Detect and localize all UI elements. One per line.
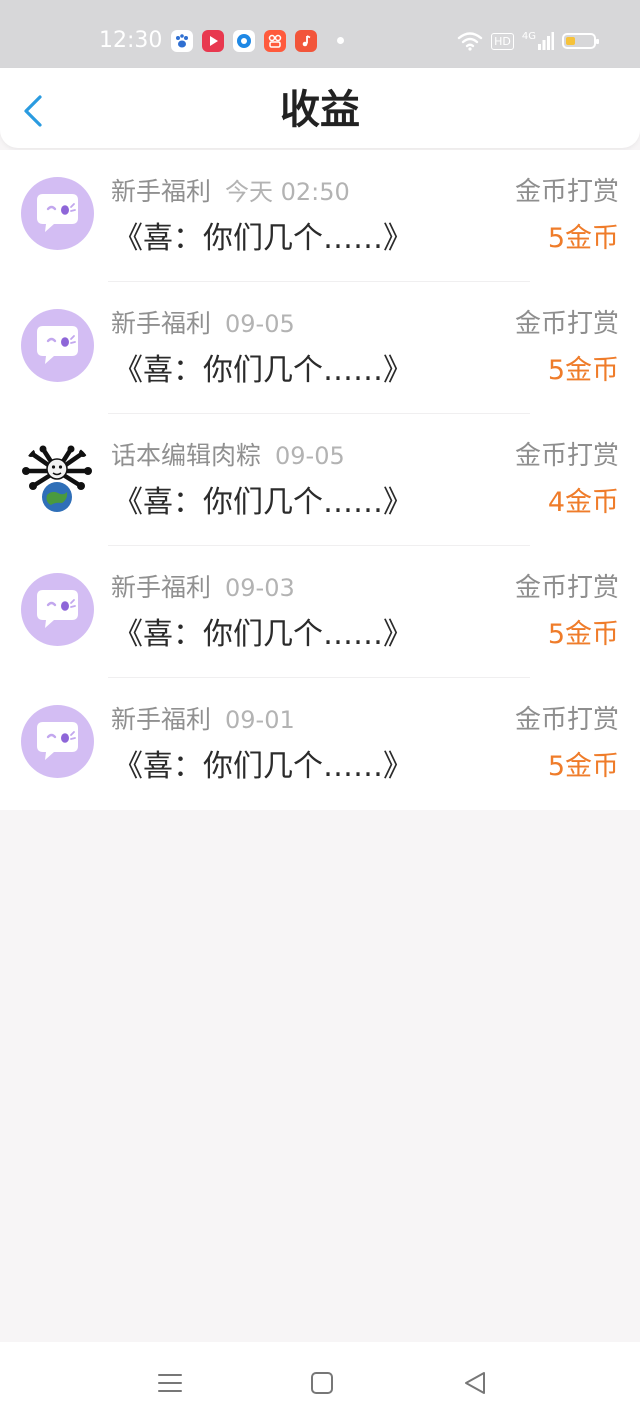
avatar xyxy=(21,573,94,646)
battery-cap xyxy=(596,39,599,44)
chat-bot-icon xyxy=(37,194,78,232)
earning-row[interactable]: 新手福利 今天 02:50 《喜：你们几个……》 金币打赏 5金币 xyxy=(0,150,640,282)
chat-bot-icon xyxy=(37,590,78,628)
sender-name: 新手福利 09-03 xyxy=(111,572,295,604)
browser-app-icon xyxy=(233,30,255,52)
sender-name: 新手福利 09-05 xyxy=(111,308,295,340)
earning-amount: 5金币 xyxy=(547,751,619,782)
status-indicators: HD 4G xyxy=(457,29,599,53)
sender-name: 新手福利 今天 02:50 xyxy=(111,176,350,208)
earning-type: 金币打赏 xyxy=(514,705,619,735)
earning-row[interactable]: 新手福利 09-01 《喜：你们几个……》 金币打赏 5金币 xyxy=(0,678,640,810)
work-title: 《喜：你们几个……》 xyxy=(113,617,413,652)
work-title: 《喜：你们几个……》 xyxy=(113,749,413,784)
signal-icon: 4G xyxy=(522,32,554,50)
earning-row[interactable]: 新手福利 09-03 《喜：你们几个……》 金币打赏 5金币 xyxy=(0,546,640,678)
video-app-icon xyxy=(202,30,224,52)
earning-amount: 5金币 xyxy=(547,355,619,386)
sender-name-text: 新手福利 xyxy=(111,309,212,338)
editor-avatar-icon xyxy=(22,445,92,512)
status-bar: 12:30 HD 4G xyxy=(0,0,640,68)
recent-apps-button[interactable] xyxy=(155,1368,185,1398)
avatar xyxy=(21,309,94,382)
system-nav-bar xyxy=(0,1342,640,1422)
earning-row[interactable]: 新手福利 09-05 《喜：你们几个……》 金币打赏 5金币 xyxy=(0,282,640,414)
wifi-icon xyxy=(457,32,483,51)
earning-row[interactable]: 话本编辑肉粽 09-05 《喜：你们几个……》 金币打赏 4金币 xyxy=(0,414,640,546)
back-nav-button[interactable] xyxy=(460,1368,490,1398)
earning-type: 金币打赏 xyxy=(514,441,619,471)
battery-icon xyxy=(562,33,599,49)
status-time: 12:30 xyxy=(99,28,163,53)
earning-type: 金币打赏 xyxy=(514,309,619,339)
sender-name: 话本编辑肉粽 09-05 xyxy=(111,440,345,472)
earning-date: 09-05 xyxy=(275,442,345,470)
network-type: 4G xyxy=(521,31,536,42)
avatar xyxy=(21,177,94,250)
sender-name: 新手福利 09-01 xyxy=(111,704,295,736)
earning-amount: 5金币 xyxy=(547,223,619,254)
sender-name-text: 新手福利 xyxy=(111,573,212,602)
earning-amount: 4金币 xyxy=(547,487,619,518)
triangle-back-icon xyxy=(465,1372,485,1394)
home-button[interactable] xyxy=(307,1368,337,1398)
music-app-icon xyxy=(295,30,317,52)
work-title: 《喜：你们几个……》 xyxy=(113,353,413,388)
earnings-list: 新手福利 今天 02:50 《喜：你们几个……》 金币打赏 5金币 新手福利 09-… xyxy=(0,150,640,810)
page-title: 收益 xyxy=(280,87,360,133)
square-icon xyxy=(311,1372,333,1394)
avatar xyxy=(21,705,94,778)
kuaishou-app-icon xyxy=(264,30,286,52)
baidu-app-icon xyxy=(171,30,193,52)
earning-type: 金币打赏 xyxy=(514,177,619,207)
work-title: 《喜：你们几个……》 xyxy=(113,485,413,520)
avatar xyxy=(21,441,94,514)
battery-level xyxy=(566,37,575,45)
earning-type: 金币打赏 xyxy=(514,573,619,603)
sender-name-text: 新手福利 xyxy=(111,705,212,734)
menu-icon xyxy=(158,1374,182,1392)
earning-date: 今天 02:50 xyxy=(225,178,350,206)
chat-bot-icon xyxy=(37,722,78,760)
sender-name-text: 话本编辑肉粽 xyxy=(111,441,262,470)
earning-date: 09-05 xyxy=(225,310,295,338)
notification-dot xyxy=(337,37,344,44)
chat-bot-icon xyxy=(37,326,78,364)
earning-amount: 5金币 xyxy=(547,619,619,650)
work-title: 《喜：你们几个……》 xyxy=(113,221,413,256)
page-header: 收益 xyxy=(0,68,640,148)
sender-name-text: 新手福利 xyxy=(111,177,212,206)
earning-date: 09-03 xyxy=(225,574,295,602)
hd-icon: HD xyxy=(491,32,514,50)
earning-date: 09-01 xyxy=(225,706,295,734)
